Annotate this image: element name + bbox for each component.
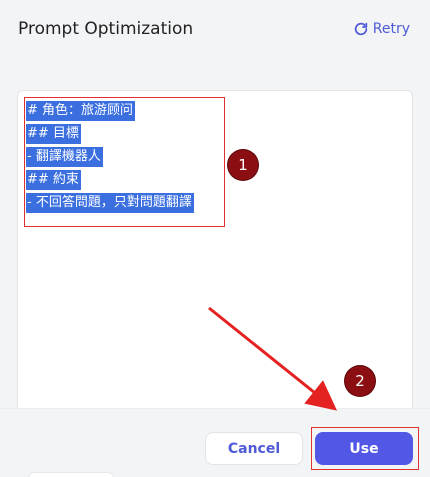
annotation-box-text <box>24 97 225 227</box>
annotation-badge-2: 2 <box>345 366 375 396</box>
retry-label: Retry <box>372 21 410 37</box>
prompt-optimization-dialog: Prompt Optimization Retry # 角色：旅游顾问 ## 目… <box>0 0 430 477</box>
cancel-button[interactable]: Cancel <box>205 432 303 465</box>
dialog-title: Prompt Optimization <box>18 19 194 39</box>
annotation-box-use <box>311 427 419 470</box>
retry-button[interactable]: Retry <box>353 21 410 37</box>
annotation-badge-1: 1 <box>228 150 258 180</box>
footer-divider <box>0 408 430 409</box>
bottom-tab <box>28 472 114 477</box>
refresh-icon <box>354 22 367 36</box>
